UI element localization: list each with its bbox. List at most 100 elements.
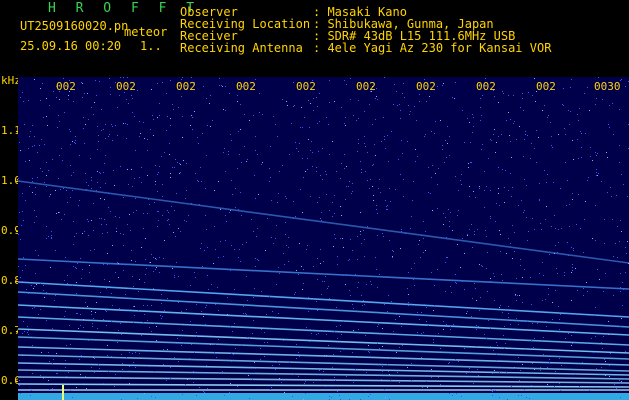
noise-speck [365, 335, 366, 336]
noise-speck [134, 315, 135, 316]
noise-speck [569, 204, 570, 205]
noise-speck [408, 105, 409, 106]
noise-speck [237, 168, 238, 169]
noise-speck [460, 267, 461, 268]
noise-speck [35, 250, 36, 251]
noise-speck [279, 273, 280, 274]
noise-speck [147, 175, 148, 176]
noise-speck [366, 372, 367, 373]
noise-speck [553, 182, 554, 183]
noise-speck [582, 362, 583, 363]
noise-speck [326, 194, 327, 195]
noise-speck [22, 281, 23, 282]
noise-speck [219, 78, 220, 79]
noise-speck [145, 238, 146, 239]
noise-speck [377, 326, 378, 327]
noise-speck [610, 187, 611, 188]
noise-speck [175, 300, 176, 301]
noise-speck [307, 169, 308, 170]
noise-speck [531, 340, 532, 341]
noise-speck [320, 249, 321, 250]
noise-speck [36, 284, 37, 285]
noise-speck [231, 361, 232, 362]
noise-speck [253, 115, 254, 116]
noise-speck [157, 226, 158, 227]
noise-speck [269, 181, 270, 182]
noise-speck [157, 83, 158, 84]
noise-speck [225, 110, 226, 111]
noise-speck [234, 323, 235, 324]
noise-speck [360, 231, 361, 232]
noise-speck [495, 221, 496, 222]
noise-speck [54, 300, 55, 301]
noise-speck [81, 278, 82, 279]
noise-speck [139, 177, 140, 178]
noise-speck [133, 212, 134, 213]
noise-speck [191, 344, 192, 345]
noise-speck [357, 236, 358, 237]
noise-speck [578, 120, 579, 121]
noise-speck [367, 226, 368, 227]
noise-speck [178, 302, 179, 303]
noise-speck [307, 245, 308, 246]
noise-speck [129, 352, 130, 353]
noise-speck [565, 338, 566, 339]
noise-speck [421, 312, 422, 313]
noise-speck [344, 154, 345, 155]
noise-speck [182, 116, 183, 117]
noise-speck [588, 314, 589, 315]
noise-speck [85, 376, 86, 377]
noise-speck [364, 111, 365, 112]
noise-speck [475, 288, 476, 289]
noise-speck [229, 212, 230, 213]
noise-speck [387, 205, 388, 206]
noise-speck [132, 186, 133, 187]
noise-speck [476, 329, 477, 330]
noise-speck [204, 392, 205, 393]
noise-speck [409, 114, 410, 115]
noise-speck [552, 147, 553, 148]
noise-speck [88, 119, 89, 120]
noise-speck [94, 372, 95, 373]
noise-speck [39, 145, 40, 146]
noise-speck [520, 265, 521, 266]
noise-speck [524, 269, 525, 270]
noise-speck [101, 224, 102, 225]
noise-speck [318, 333, 319, 334]
noise-speck [377, 213, 378, 214]
noise-speck [174, 277, 175, 278]
noise-speck [275, 238, 276, 239]
noise-speck [508, 95, 509, 96]
noise-speck [437, 269, 438, 270]
noise-speck [94, 358, 95, 359]
noise-speck [41, 352, 42, 353]
noise-speck [472, 132, 473, 133]
noise-speck [270, 389, 271, 390]
noise-speck [452, 230, 453, 231]
noise-speck [560, 314, 561, 315]
noise-speck [96, 95, 97, 96]
noise-speck [401, 140, 402, 141]
noise-speck [34, 145, 35, 146]
noise-speck [577, 290, 578, 291]
noise-speck [335, 380, 336, 381]
noise-speck [87, 306, 88, 307]
noise-speck [177, 338, 178, 339]
noise-speck [301, 107, 302, 108]
noise-speck [230, 383, 231, 384]
noise-speck [149, 327, 150, 328]
noise-speck [175, 159, 176, 160]
noise-speck [34, 307, 35, 308]
noise-speck [496, 360, 497, 361]
noise-speck [155, 184, 156, 185]
noise-speck [568, 110, 569, 111]
noise-speck [83, 383, 84, 384]
noise-speck [508, 190, 509, 191]
noise-speck [322, 179, 323, 180]
noise-speck [272, 311, 273, 312]
noise-speck [174, 357, 175, 358]
noise-speck [345, 117, 346, 118]
noise-speck [583, 288, 584, 289]
noise-speck [566, 205, 567, 206]
noise-speck [106, 288, 107, 289]
